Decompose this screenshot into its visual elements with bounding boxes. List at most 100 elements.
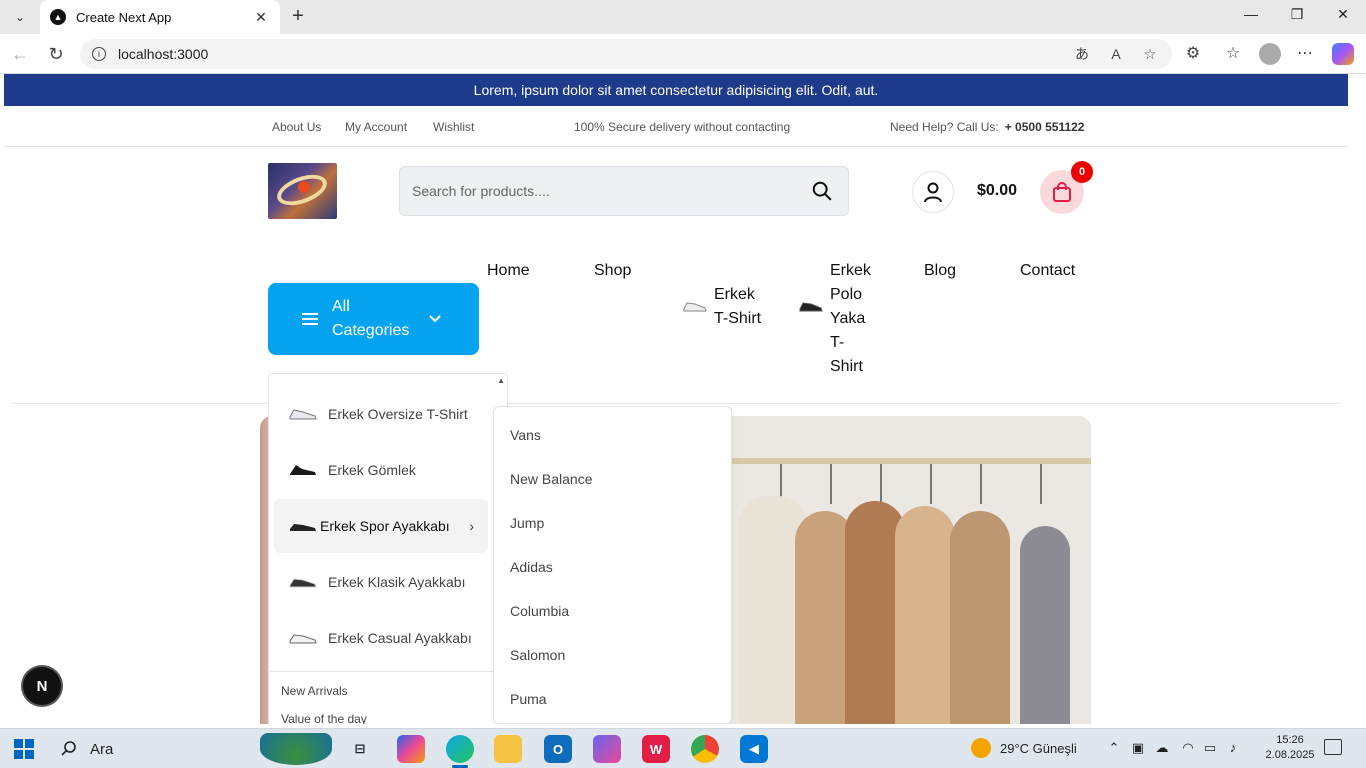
- wishlist-link[interactable]: Wishlist: [433, 120, 474, 134]
- nav-blog[interactable]: Blog: [924, 259, 956, 283]
- white-sneaker-thumb-icon: [289, 409, 317, 420]
- new-arrivals-link[interactable]: New Arrivals: [281, 684, 348, 698]
- web-page: Lorem, ipsum dolor sit amet consectetur …: [4, 74, 1362, 724]
- site-logo[interactable]: [268, 163, 337, 219]
- scroll-up-arrow-icon[interactable]: ▲: [497, 376, 505, 385]
- url-field[interactable]: i localhost:3000 あ A ☆: [80, 39, 1172, 69]
- chevron-right-icon: ›: [469, 518, 474, 534]
- task-view-icon[interactable]: ⊟: [346, 735, 374, 763]
- classic-shoe-thumb-icon: [289, 578, 317, 588]
- taskbar-search-text: Ara: [90, 740, 114, 758]
- read-aloud-icon[interactable]: A: [1106, 46, 1126, 62]
- tab-close-icon[interactable]: ✕: [252, 9, 270, 26]
- promo-text: Lorem, ipsum dolor sit amet consectetur …: [473, 82, 879, 98]
- notification-icon[interactable]: [1324, 739, 1342, 755]
- browser-tab[interactable]: ▲ Create Next App ✕: [40, 0, 280, 34]
- category-item[interactable]: Erkek Gömlek: [274, 443, 488, 497]
- delivery-notice: 100% Secure delivery without contacting: [574, 120, 791, 134]
- outlook-icon[interactable]: O: [544, 735, 572, 763]
- microsoft-store-icon[interactable]: [593, 735, 621, 763]
- nav-shop[interactable]: Shop: [594, 259, 631, 283]
- chrome-icon[interactable]: [691, 735, 719, 763]
- wps-office-icon[interactable]: W: [642, 735, 670, 763]
- close-window-button[interactable]: ✕: [1328, 6, 1358, 23]
- brand-item[interactable]: New Balance: [510, 471, 593, 487]
- hanger: [980, 464, 982, 504]
- brand-item[interactable]: Puma: [510, 691, 547, 707]
- profile-avatar[interactable]: [1259, 43, 1281, 65]
- clock-date: 2.08.2025: [1265, 749, 1315, 761]
- hanger: [880, 464, 882, 504]
- product-search-box: [399, 166, 849, 216]
- header-divider: [12, 403, 1340, 404]
- favorite-star-icon[interactable]: ☆: [1140, 46, 1160, 63]
- logo-dot-shape: [298, 181, 310, 193]
- brand-item[interactable]: Adidas: [510, 559, 553, 575]
- sun-weather-icon[interactable]: [971, 738, 991, 758]
- browser-address-bar: ← ↻ i localhost:3000 あ A ☆ ⚙ ☆ ⋯: [0, 34, 1366, 74]
- extensions-icon[interactable]: ⚙: [1182, 43, 1204, 63]
- translate-icon[interactable]: あ: [1072, 44, 1092, 64]
- category-item-active[interactable]: Erkek Spor Ayakkabı ›: [274, 499, 488, 553]
- about-us-link[interactable]: About Us: [272, 120, 321, 134]
- nav-erkek-tshirt[interactable]: Erkek T-Shirt: [682, 283, 764, 331]
- cloud-icon[interactable]: ☁: [1153, 740, 1171, 756]
- brand-item[interactable]: Salomon: [510, 647, 565, 663]
- tab-list-button[interactable]: ⌄: [6, 4, 34, 30]
- my-account-link[interactable]: My Account: [345, 120, 407, 134]
- brand-submenu: Vans New Balance Jump Adidas Columbia Sa…: [493, 406, 732, 724]
- wifi-icon[interactable]: ◠: [1179, 740, 1197, 756]
- page-scrollbar[interactable]: [1348, 74, 1362, 724]
- vscode-icon[interactable]: ◀: [740, 735, 768, 763]
- meet-now-icon[interactable]: ▣: [1129, 740, 1147, 756]
- nav-erkek-polo[interactable]: Erkek Polo Yaka T-Shirt: [798, 259, 876, 379]
- nav-home[interactable]: Home: [487, 259, 530, 283]
- help-phone[interactable]: + 0500 551122: [1005, 120, 1085, 134]
- edge-browser-icon[interactable]: [446, 735, 474, 763]
- nextjs-dev-indicator[interactable]: N: [23, 667, 61, 705]
- search-input[interactable]: [412, 183, 808, 199]
- casual-shoe-thumb-icon: [289, 634, 317, 644]
- battery-icon[interactable]: ▭: [1201, 740, 1219, 756]
- beige-coat: [950, 511, 1010, 724]
- file-explorer-icon[interactable]: [494, 735, 522, 763]
- weather-text[interactable]: 29°C Güneşli: [1000, 741, 1077, 756]
- category-label: Erkek Oversize T-Shirt: [328, 406, 468, 422]
- copilot-icon[interactable]: [1332, 43, 1354, 65]
- all-categories-label: All Categories: [332, 298, 410, 339]
- category-item[interactable]: Erkek Klasik Ayakkabı: [274, 555, 488, 609]
- category-separator: [269, 671, 507, 672]
- nav-erkek-tshirt-label: Erkek T-Shirt: [714, 286, 762, 327]
- tan-sweater: [895, 506, 955, 724]
- copilot-app-icon[interactable]: [397, 735, 425, 763]
- brand-item[interactable]: Vans: [510, 427, 541, 443]
- category-item[interactable]: Erkek Oversize T-Shirt: [274, 387, 488, 441]
- minimize-button[interactable]: —: [1236, 6, 1266, 22]
- tab-title: Create Next App: [76, 9, 172, 25]
- help-contact: Need Help? Call Us: + 0500 551122: [890, 120, 1084, 134]
- new-tab-button[interactable]: +: [288, 6, 308, 26]
- top-info-bar: About Us My Account Wishlist 100% Secure…: [4, 106, 1348, 147]
- url-text[interactable]: localhost:3000: [118, 46, 1058, 62]
- more-menu-icon[interactable]: ⋯: [1294, 43, 1316, 63]
- brand-item[interactable]: Columbia: [510, 603, 569, 619]
- shopping-bag-icon: [1053, 182, 1071, 202]
- windows-start-icon[interactable]: [14, 739, 34, 759]
- hanger: [930, 464, 932, 504]
- nav-contact[interactable]: Contact: [1020, 259, 1075, 283]
- site-info-icon[interactable]: i: [92, 47, 106, 61]
- search-icon[interactable]: [808, 177, 836, 205]
- volume-icon[interactable]: ♪: [1224, 740, 1242, 755]
- refresh-icon[interactable]: ↻: [44, 42, 68, 66]
- search-icon: [61, 741, 76, 756]
- value-of-the-day-link[interactable]: Value of the day: [281, 712, 367, 724]
- category-item[interactable]: Erkek Casual Ayakkabı: [274, 611, 488, 665]
- account-button[interactable]: [912, 171, 954, 213]
- back-arrow-icon[interactable]: ←: [8, 42, 32, 66]
- brand-item[interactable]: Jump: [510, 515, 544, 531]
- maximize-button[interactable]: ❐: [1282, 6, 1312, 23]
- taskbar-clock[interactable]: 15:26 2.08.2025: [1264, 733, 1316, 763]
- all-categories-button[interactable]: All Categories: [268, 283, 479, 355]
- chevron-up-icon[interactable]: ⌃: [1105, 740, 1123, 756]
- favorites-icon[interactable]: ☆: [1222, 43, 1244, 63]
